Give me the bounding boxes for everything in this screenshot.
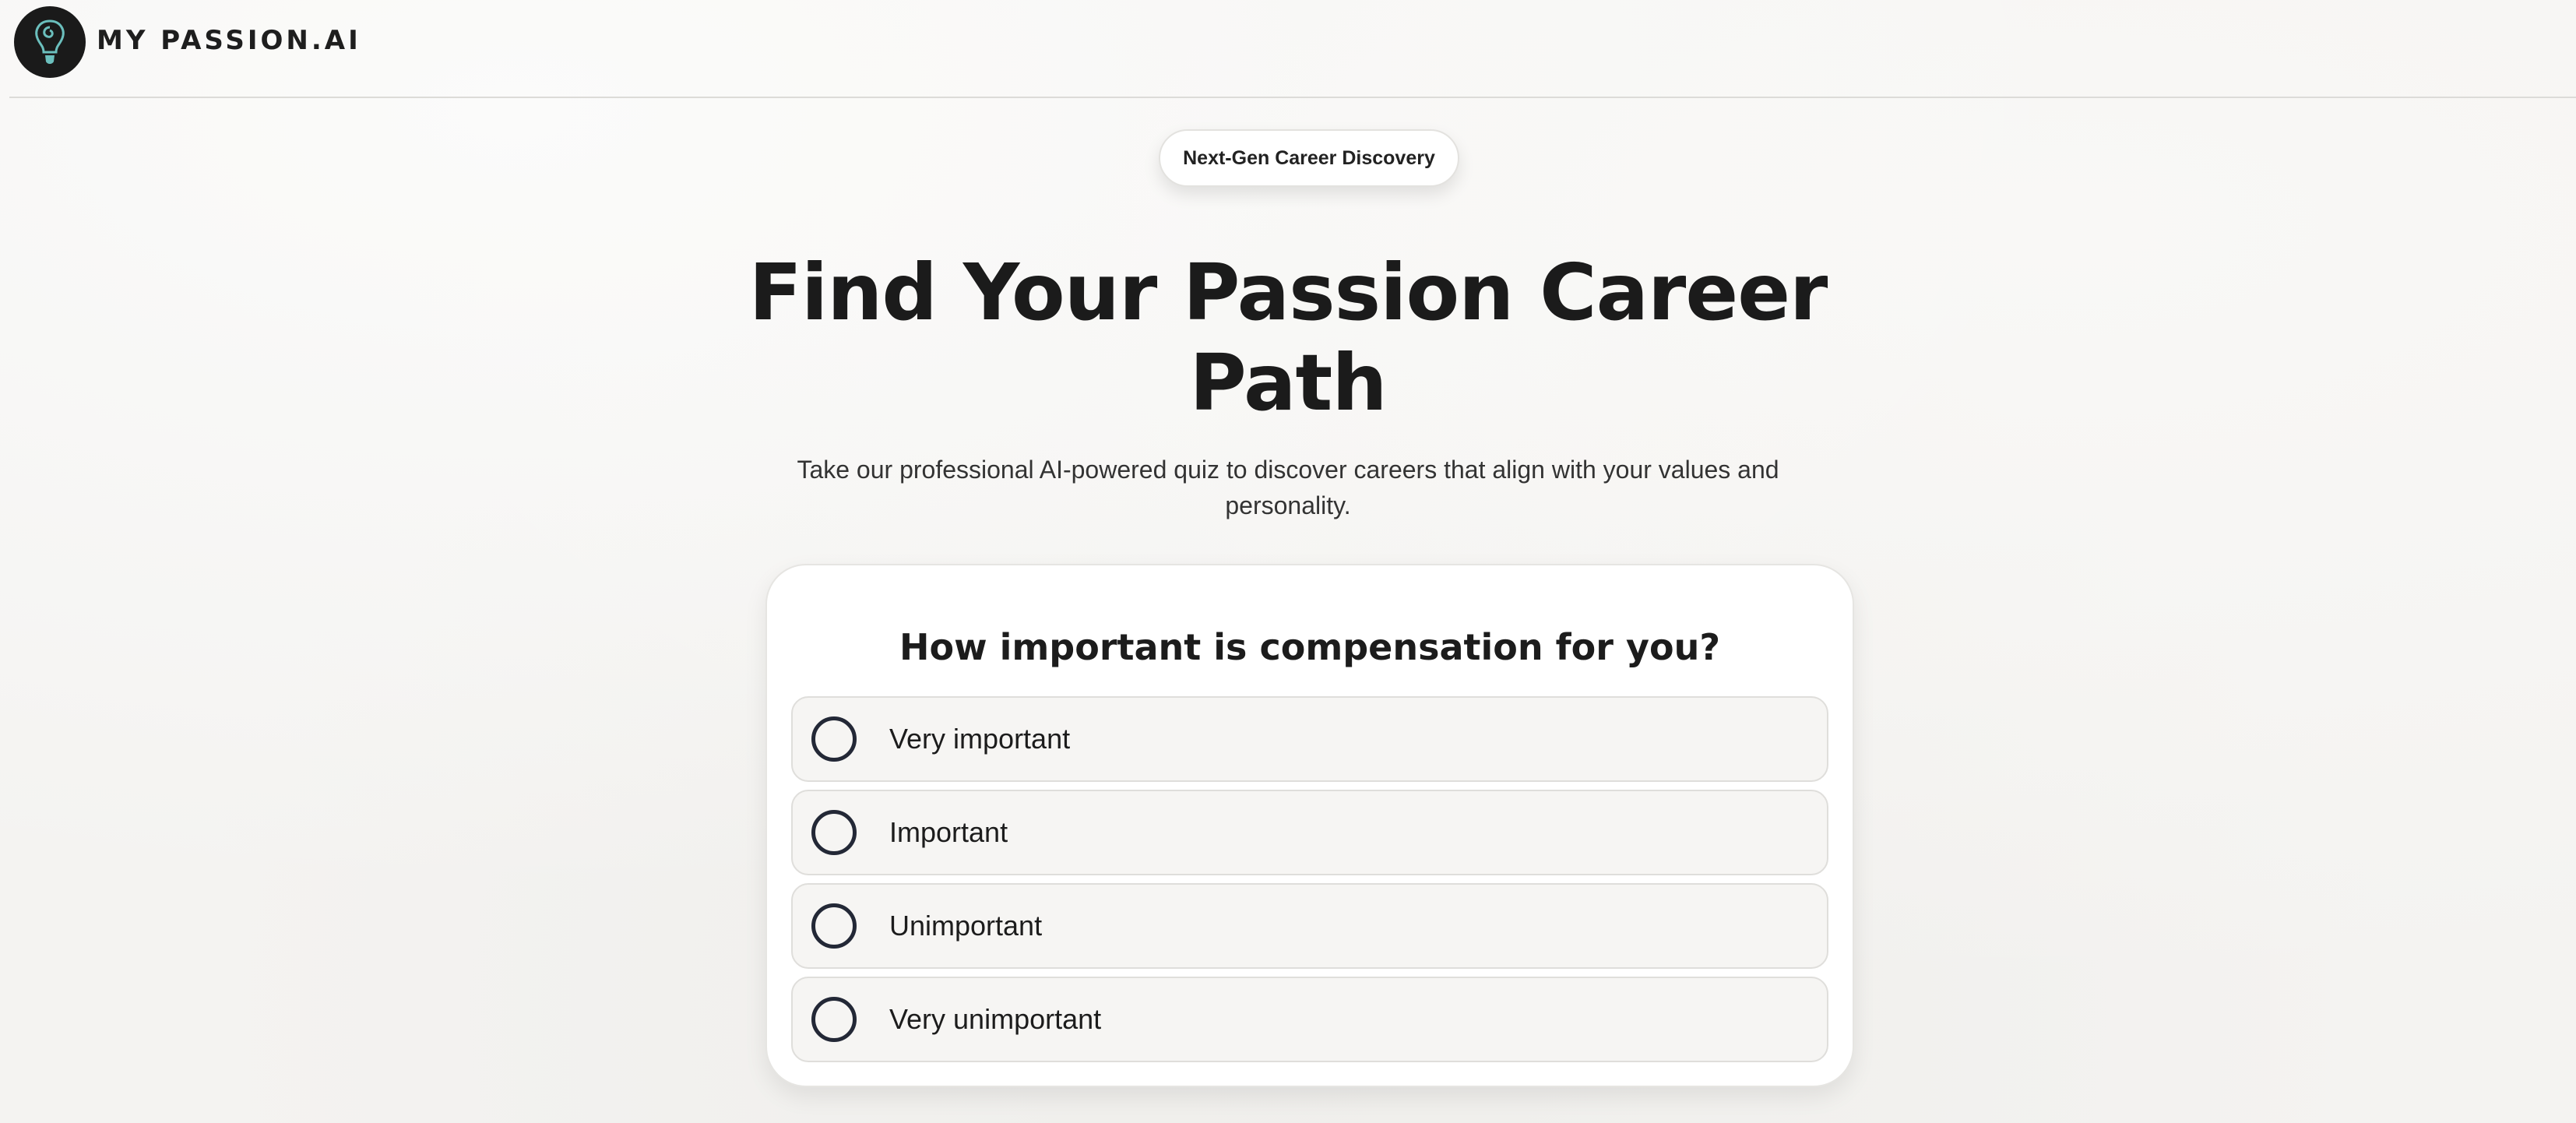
page-title: Find Your Passion Career Path xyxy=(748,247,1828,428)
option-label: Very unimportant xyxy=(889,1003,1102,1035)
option-very-unimportant[interactable]: Very unimportant xyxy=(791,977,1828,1062)
top-header: MY PASSION.AI xyxy=(9,0,2576,98)
page-subtitle: Take our professional AI-powered quiz to… xyxy=(797,456,1779,519)
option-important[interactable]: Important xyxy=(791,790,1828,875)
option-very-important[interactable]: Very important xyxy=(791,696,1828,782)
option-label: Very important xyxy=(889,723,1071,755)
hero-badge: Next-Gen Career Discovery xyxy=(1159,129,1459,187)
quiz-card: How important is compensation for you? V… xyxy=(765,564,1854,1087)
radio-button[interactable] xyxy=(811,810,857,855)
option-unimportant[interactable]: Unimportant xyxy=(791,883,1828,969)
radio-button[interactable] xyxy=(811,716,857,762)
brand-logo[interactable] xyxy=(14,6,86,78)
lightbulb-swirl-icon xyxy=(35,19,65,64)
radio-button[interactable] xyxy=(811,997,857,1042)
radio-button[interactable] xyxy=(811,903,857,949)
option-label: Important xyxy=(889,816,1008,848)
brand-name[interactable]: MY PASSION.AI xyxy=(97,25,361,56)
quiz-question: How important is compensation for you? xyxy=(899,626,1721,668)
option-label: Unimportant xyxy=(889,910,1043,942)
